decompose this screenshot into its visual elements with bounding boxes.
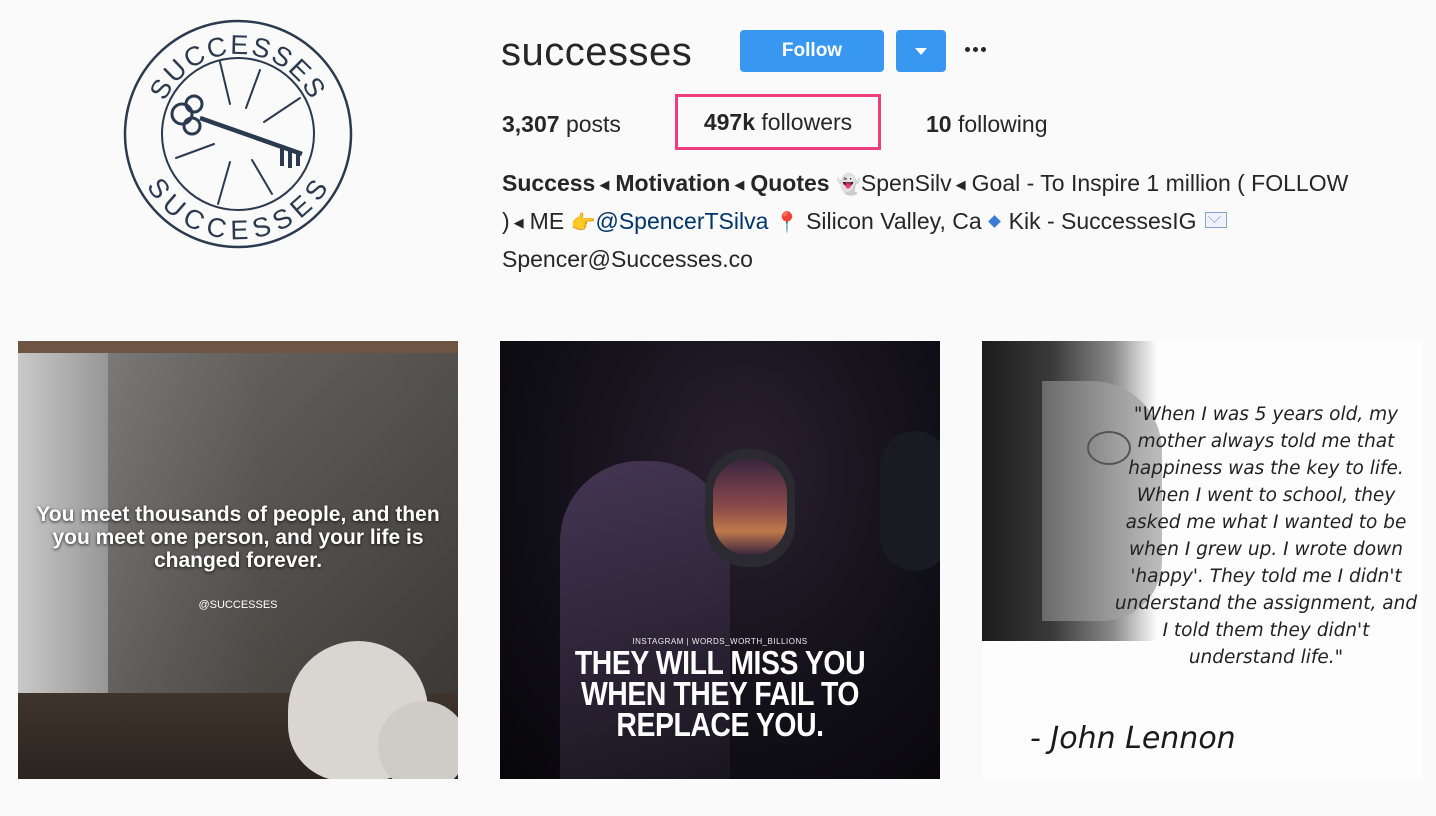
diamond-icon xyxy=(987,215,1001,228)
posts-label: posts xyxy=(565,111,621,137)
posts-count: 3,307 posts xyxy=(502,108,621,140)
bio-email: Spencer@Successes.co xyxy=(502,246,753,272)
bio-mention-link[interactable]: @SpencerTSilva xyxy=(595,208,768,234)
post-caption: You meet thousands of people, and then y… xyxy=(36,503,440,572)
ellipsis-dot xyxy=(972,46,978,52)
profile-avatar[interactable]: SUCCESSES SUCCESSES xyxy=(122,18,354,250)
suggestions-dropdown-button[interactable] xyxy=(896,30,946,72)
bio-location: Silicon Valley, Ca xyxy=(806,208,982,234)
bio-kik: Kik - SuccessesIG xyxy=(1008,208,1197,234)
triangle-left-icon: ◀ xyxy=(734,177,745,192)
post-watermark: @SUCCESSES xyxy=(198,599,278,611)
bio-tag-motivation: Motivation xyxy=(615,170,731,196)
post-caption: THEY WILL MISS YOU WHEN THEY FAIL TO REP… xyxy=(574,644,866,743)
post-quote: "When I was 5 years old, my mother alway… xyxy=(1114,404,1418,668)
more-options-button[interactable] xyxy=(960,34,990,64)
post-image-frame xyxy=(18,341,458,353)
triangle-left-icon: ◀ xyxy=(955,177,966,192)
post-tile[interactable]: INSTAGRAM | WORDS_WORTH_BILLIONS THEY WI… xyxy=(500,341,940,779)
post-tile[interactable]: "When I was 5 years old, my mother alway… xyxy=(982,341,1422,779)
caret-down-icon xyxy=(915,47,927,55)
followers-link[interactable]: 497k followers xyxy=(675,94,881,150)
bio-me: ME xyxy=(529,208,565,234)
following-link[interactable]: 10 following xyxy=(926,108,1047,140)
followers-label: followers xyxy=(761,109,853,135)
following-number: 10 xyxy=(926,111,952,137)
envelope-icon xyxy=(1204,212,1227,228)
successes-logo: SUCCESSES SUCCESSES xyxy=(123,19,353,249)
triangle-left-icon: ◀ xyxy=(599,177,610,192)
bio-tag-quotes: Quotes xyxy=(750,170,830,196)
ellipsis-dot xyxy=(980,46,986,52)
followers-number: 497k xyxy=(703,109,755,135)
pointing-hand-icon: 👉 xyxy=(570,212,596,234)
ghost-icon: 👻 xyxy=(835,174,861,196)
bio-tag-success: Success xyxy=(502,170,596,196)
following-label: following xyxy=(957,111,1048,137)
follow-button[interactable]: Follow xyxy=(740,30,884,72)
post-image-window xyxy=(880,431,940,571)
bio-snapchat: SpenSilv xyxy=(860,170,952,196)
profile-bio: Success ◀ Motivation ◀ Quotes 👻SpenSilv ◀ Goal… xyxy=(502,165,1412,277)
post-tile[interactable]: You meet thousands of people, and then y… xyxy=(18,341,458,779)
post-image-window-view xyxy=(713,459,787,555)
pin-icon: 📍 xyxy=(774,212,800,234)
ellipsis-icon xyxy=(964,46,970,52)
posts-number: 3,307 xyxy=(502,111,560,137)
triangle-left-icon: ◀ xyxy=(513,215,524,230)
post-quote-author: - John Lennon xyxy=(1030,721,1236,756)
profile-username: successes xyxy=(501,30,693,74)
